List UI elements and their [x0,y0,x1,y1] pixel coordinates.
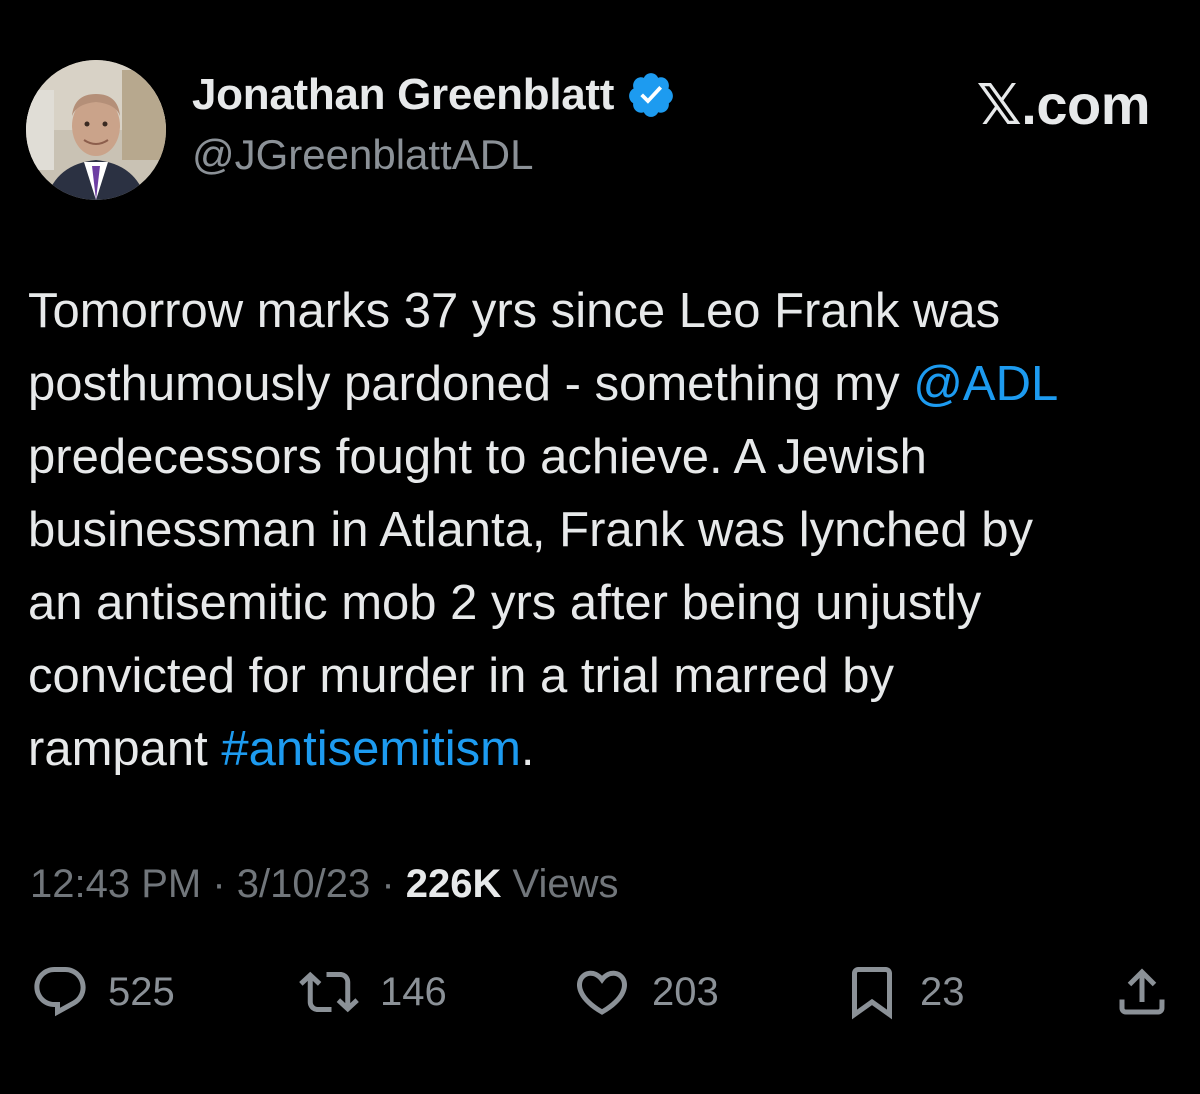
share-button[interactable] [1112,962,1172,1022]
bookmark-button[interactable]: 23 [842,962,965,1022]
like-button[interactable]: 203 [570,962,719,1022]
tweet-actions-bar: 525 146 203 23 [0,962,1200,1022]
tweet-text-line: posthumously pardoned - something my @AD… [28,348,1178,421]
tweet-time[interactable]: 12:43 PM [30,862,201,906]
reply-count: 525 [108,969,175,1014]
tweet-text-segment: posthumously pardoned - something my [28,357,914,411]
author-display-name[interactable]: Jonathan Greenblatt [192,70,614,120]
tweet-text-line: rampant #antisemitism. [28,713,1178,786]
author-handle[interactable]: @JGreenblattADL [192,131,533,179]
views-count[interactable]: 226K [406,862,502,906]
avatar[interactable] [26,60,166,200]
repost-count: 146 [380,969,447,1014]
share-icon [1119,968,1165,1015]
tweet-text: Tomorrow marks 37 yrs since Leo Frank wa… [28,275,1178,786]
tweet-text-line: businessman in Atlanta, Frank was lynche… [28,494,1178,567]
author-name-row: Jonathan Greenblatt [192,70,676,120]
bookmark-icon [852,967,892,1020]
tweet-text-line: convicted for murder in a trial marred b… [28,640,1178,713]
views-label: Views [501,862,619,906]
tweet-text-segment: an antisemitic mob 2 yrs after being unj… [28,576,982,630]
tweet-text-segment: convicted for murder in a trial marred b… [28,649,894,703]
tweet-text-line: predecessors fought to achieve. A Jewish [28,421,1178,494]
mention-link[interactable]: @ADL [913,357,1058,411]
tweet-text-segment: businessman in Atlanta, Frank was lynche… [28,503,1034,557]
tweet-text-segment: . [520,722,535,776]
meta-separator: · [370,862,406,906]
bookmark-count: 23 [920,969,965,1014]
reply-icon [34,967,86,1017]
x-brand-logo: 𝕏.com [976,73,1151,136]
like-count: 203 [652,969,719,1014]
heart-icon [576,970,628,1015]
tweet-text-segment: Tomorrow marks 37 yrs since Leo Frank wa… [28,284,1001,338]
hashtag-link[interactable]: #antisemitism [221,722,521,776]
tweet-date[interactable]: 3/10/23 [237,862,370,906]
profile-photo [26,60,166,200]
tweet-meta: 12:43 PM · 3/10/23 · 226K Views [30,862,619,907]
tweet-text-line: Tomorrow marks 37 yrs since Leo Frank wa… [28,275,1178,348]
repost-button[interactable]: 146 [296,962,447,1022]
meta-separator: · [201,862,237,906]
reply-button[interactable]: 525 [30,962,175,1022]
tweet-text-segment: predecessors fought to achieve. A Jewish [28,430,927,484]
repost-icon [299,971,359,1013]
tweet-text-segment: rampant [28,722,222,776]
tweet-text-line: an antisemitic mob 2 yrs after being unj… [28,567,1178,640]
verified-badge-icon [629,73,674,117]
